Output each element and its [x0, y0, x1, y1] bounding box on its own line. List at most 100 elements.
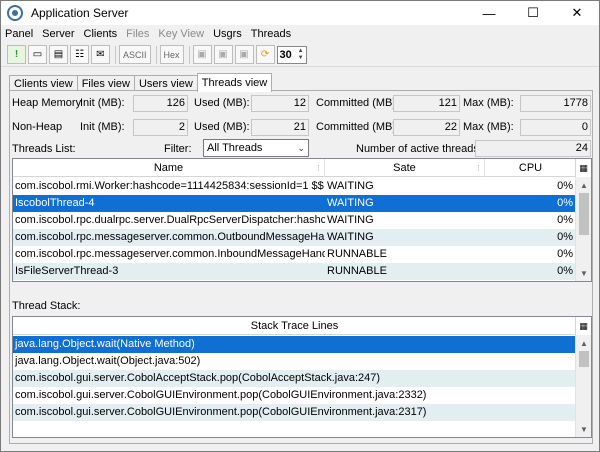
- users-icon[interactable]: ☷: [70, 45, 89, 64]
- hex-button[interactable]: Hex: [159, 45, 184, 64]
- nonheap-max-value: 0: [520, 119, 591, 136]
- table-row[interactable]: IscobolThread-4 WAITING 0%: [13, 195, 577, 212]
- thread-name-cell: com.iscobol.rmi.Worker:hashcode=11144258…: [15, 180, 324, 192]
- stack-scrollbar[interactable]: ▲ ▼: [575, 335, 591, 437]
- nonheap-max-label: Max (MB):: [463, 121, 514, 133]
- nonheap-committed-value: 22: [393, 119, 460, 136]
- thread-cpu-cell: 0%: [557, 197, 573, 209]
- stack-line: com.iscobol.gui.server.CobolGUIEnvironme…: [15, 389, 427, 401]
- thread-name-cell: com.iscobol.rpc.messageserver.common.Inb…: [15, 248, 325, 260]
- unlock-icon[interactable]: ▣: [234, 45, 254, 64]
- column-header-stack-trace[interactable]: Stack Trace Lines: [13, 317, 577, 335]
- toolbar-separator: [115, 45, 116, 64]
- nonheap-committed-label: Committed (MB):: [316, 121, 400, 133]
- column-resize-icon: ⋮: [315, 165, 322, 172]
- table-row[interactable]: com.iscobol.rpc.messageserver.common.Out…: [13, 229, 577, 246]
- table-row[interactable]: com.iscobol.rmi.Worker:hashcode=11144258…: [13, 178, 577, 195]
- stack-table-header: Stack Trace Lines: [13, 317, 577, 335]
- heap-memory-label: Heap Memory: [12, 97, 82, 109]
- nonheap-init-value: 2: [133, 119, 188, 136]
- stack-line: java.lang.Object.wait(Native Method): [15, 338, 195, 350]
- thread-name-cell: IsFileServerThread-3: [15, 265, 119, 277]
- column-header-state[interactable]: Sate ⋮: [325, 159, 485, 177]
- menu-users[interactable]: Usgrs: [213, 28, 242, 40]
- table-row[interactable]: com.iscobol.rpc.dualrpc.server.DualRpcSe…: [13, 212, 577, 229]
- lock-icon[interactable]: ▣: [192, 45, 212, 64]
- heap-committed-value: 121: [393, 95, 460, 112]
- menu-clients[interactable]: Clients: [84, 28, 118, 40]
- stack-line: com.iscobol.gui.server.CobolAcceptStack.…: [15, 372, 381, 384]
- minimize-button[interactable]: —: [467, 1, 511, 25]
- tab-threads-view[interactable]: Threads view: [196, 73, 273, 92]
- heap-max-value: 1778: [520, 95, 591, 112]
- thread-state-cell: WAITING: [327, 180, 374, 192]
- column-chooser-icon[interactable]: ▦: [575, 159, 591, 177]
- thread-name-cell: IscobolThread-4: [15, 197, 95, 209]
- clients-icon[interactable]: ▭: [28, 45, 47, 64]
- stack-line: com.iscobol.gui.server.CobolGUIEnvironme…: [15, 406, 427, 418]
- heap-used-value: 12: [251, 95, 309, 112]
- heap-used-label: Used (MB):: [194, 97, 250, 109]
- thread-state-cell: WAITING: [327, 231, 374, 243]
- list-item[interactable]: com.iscobol.gui.server.CobolGUIEnvironme…: [13, 387, 577, 404]
- list-item[interactable]: java.lang.Object.wait(Object.java:502): [13, 353, 577, 370]
- messages-icon[interactable]: ✉: [91, 45, 110, 64]
- thread-state-cell: RUNNABLE: [327, 248, 387, 260]
- menu-threads[interactable]: Threads: [251, 28, 291, 40]
- table-row[interactable]: IsFileServerThread-3 RUNNABLE 0%: [13, 263, 577, 280]
- ascii-button[interactable]: ASCII: [119, 45, 151, 64]
- scroll-up-icon[interactable]: ▲: [576, 335, 591, 351]
- lock-all-icon[interactable]: ▣: [213, 45, 233, 64]
- thread-cpu-cell: 0%: [557, 248, 573, 260]
- list-item[interactable]: java.lang.Object.wait(Native Method): [13, 336, 577, 353]
- refresh-interval-spinner[interactable]: 30 ▲ ▼: [276, 45, 307, 64]
- threads-table-header: Name ⋮ Sate ⋮ CPU: [13, 159, 577, 177]
- threads-list-label: Threads List:: [12, 143, 76, 155]
- heap-committed-label: Committed (MB):: [316, 97, 400, 109]
- list-item[interactable]: com.iscobol.gui.server.CobolGUIEnvironme…: [13, 404, 577, 421]
- thread-name-cell: com.iscobol.rpc.messageserver.common.Out…: [15, 231, 325, 243]
- scrollbar-thumb[interactable]: [579, 193, 589, 235]
- threads-scrollbar[interactable]: ▲ ▼: [575, 177, 591, 281]
- view-tabs: Clients view Files view Users view Threa…: [9, 73, 273, 92]
- column-header-name[interactable]: Name ⋮: [13, 159, 325, 177]
- scroll-up-icon[interactable]: ▲: [576, 177, 591, 193]
- column-header-cpu[interactable]: CPU: [485, 159, 577, 177]
- spinner-arrows-icon[interactable]: ▲ ▼: [298, 48, 304, 62]
- nonheap-memory-label: Non-Heap: [12, 121, 63, 133]
- title-bar: Application Server — ☐ ✕: [1, 1, 599, 25]
- thread-stack-label: Thread Stack:: [12, 300, 81, 312]
- start-icon[interactable]: !: [7, 45, 26, 64]
- chevron-down-icon: ⌄: [297, 143, 305, 153]
- application-server-window: Application Server — ☐ ✕ Panel Server Cl…: [0, 0, 600, 452]
- heap-max-label: Max (MB):: [463, 97, 514, 109]
- menu-key-view[interactable]: Key View: [158, 28, 204, 40]
- stack-trace-table: Stack Trace Lines ▦ java.lang.Object.wai…: [12, 316, 592, 438]
- column-chooser-icon[interactable]: ▦: [575, 317, 591, 335]
- close-button[interactable]: ✕: [555, 1, 599, 25]
- heap-init-label: Init (MB):: [80, 97, 125, 109]
- nonheap-init-label: Init (MB):: [80, 121, 125, 133]
- stack-line: java.lang.Object.wait(Object.java:502): [15, 355, 201, 367]
- list-item[interactable]: com.iscobol.gui.server.CobolAcceptStack.…: [13, 370, 577, 387]
- maximize-button[interactable]: ☐: [511, 1, 555, 25]
- thread-cpu-cell: 0%: [557, 231, 573, 243]
- menu-files[interactable]: Files: [126, 28, 149, 40]
- app-logo-icon: [7, 5, 23, 21]
- scroll-down-icon[interactable]: ▼: [576, 421, 591, 437]
- menu-server[interactable]: Server: [42, 28, 74, 40]
- thread-filter-select[interactable]: All Threads ⌄: [203, 139, 309, 157]
- table-row[interactable]: com.iscobol.rpc.messageserver.common.Inb…: [13, 246, 577, 263]
- refresh-icon[interactable]: ⟳: [255, 45, 275, 64]
- threads-table: Name ⋮ Sate ⋮ CPU ▦ com.iscobol.rmi.Worker…: [12, 158, 592, 282]
- menu-panel[interactable]: Panel: [5, 28, 33, 40]
- active-threads-label: Number of active threads:: [356, 143, 482, 155]
- toolbar-separator: [155, 45, 157, 64]
- refresh-interval-value: 30: [279, 48, 292, 61]
- menu-bar: Panel Server Clients Files Key View Usgr…: [1, 25, 599, 43]
- window-controls: — ☐ ✕: [467, 1, 599, 25]
- files-icon[interactable]: ▤: [49, 45, 68, 64]
- scrollbar-thumb[interactable]: [579, 351, 589, 367]
- thread-filter-value: All Threads: [207, 142, 263, 154]
- scroll-down-icon[interactable]: ▼: [576, 265, 591, 281]
